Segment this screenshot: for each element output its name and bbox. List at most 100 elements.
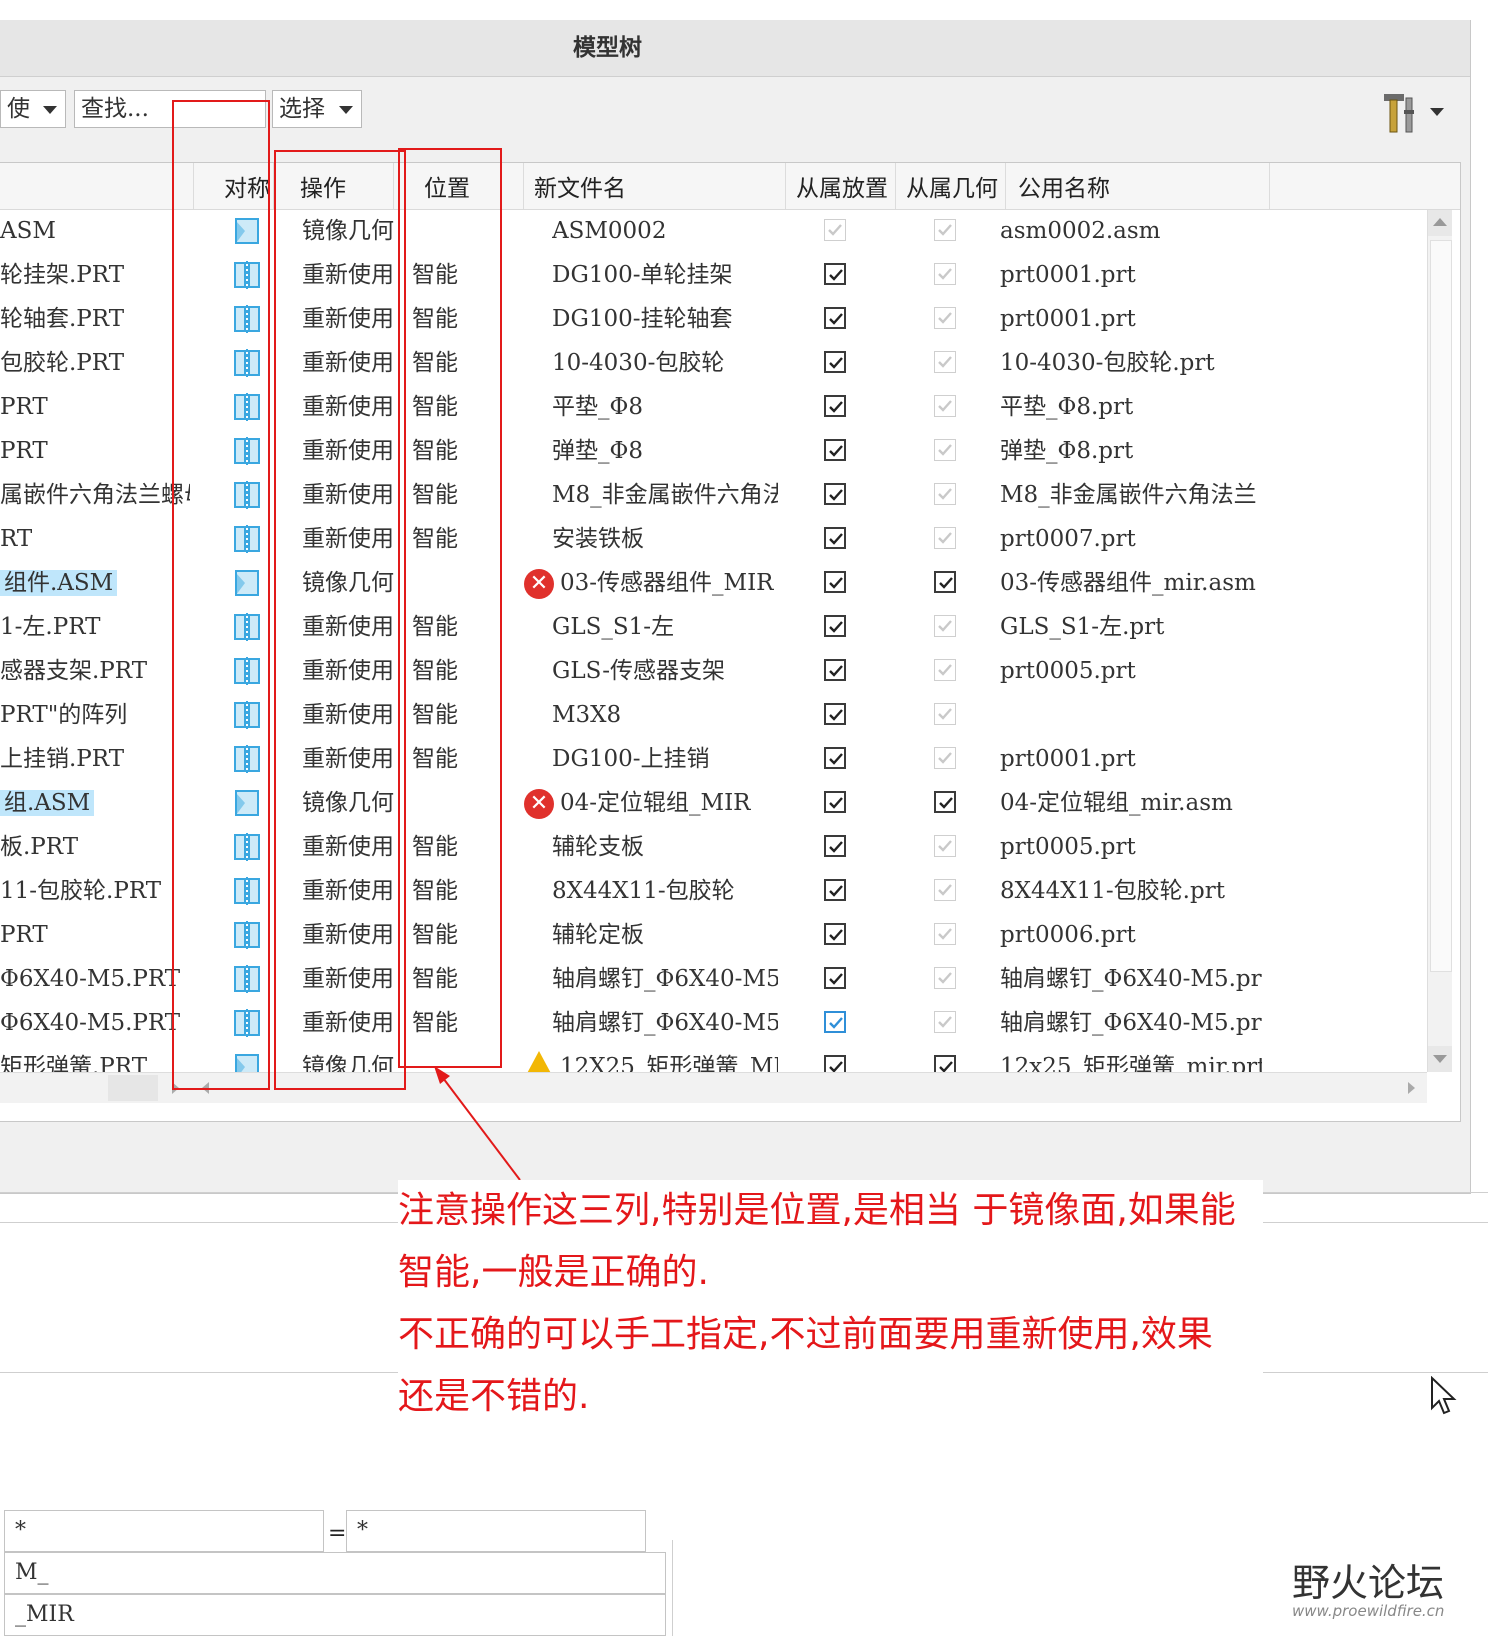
dependent-geometry-checkbox[interactable] [934, 659, 956, 681]
row-new-filename[interactable]: 04-定位辊组_MIR [560, 781, 778, 825]
row-new-filename[interactable]: DG100-单轮挂架 [552, 253, 778, 297]
row-common-name[interactable]: 8X44X11-包胶轮.prt [1000, 869, 1262, 913]
scroll-down-icon[interactable] [1428, 1046, 1452, 1072]
dependent-geometry-checkbox[interactable] [934, 219, 956, 241]
row-common-name[interactable]: GLS_S1-左.prt [1000, 605, 1262, 649]
dependent-geometry-checkbox[interactable] [934, 1011, 956, 1033]
dialog-title: 模型树 [573, 35, 642, 61]
dependent-geometry-checkbox[interactable] [934, 307, 956, 329]
dependent-geometry-checkbox[interactable] [934, 395, 956, 417]
col-header-dependent-placement[interactable]: 从属放置 [786, 163, 896, 209]
dependent-geometry-checkbox[interactable] [934, 571, 956, 593]
row-common-name[interactable]: M8_非金属嵌件六角法兰 [1000, 473, 1262, 517]
row-new-filename[interactable]: 弹垫_Φ8 [552, 429, 778, 473]
row-new-filename[interactable]: 平垫_Φ8 [552, 385, 778, 429]
prefix-field[interactable]: M_ [4, 1552, 666, 1594]
scroll-right-icon[interactable] [1408, 1082, 1415, 1094]
select-dropdown[interactable]: 选择 [272, 90, 362, 128]
dependent-placement-checkbox[interactable] [824, 835, 846, 857]
row-common-name[interactable]: 平垫_Φ8.prt [1000, 385, 1262, 429]
dependent-placement-checkbox[interactable] [824, 483, 846, 505]
dependent-geometry-checkbox[interactable] [934, 967, 956, 989]
row-common-name[interactable] [1000, 693, 1262, 737]
name-filter-field[interactable]: * [4, 1510, 324, 1552]
col-header-dependent-geometry[interactable]: 从属几何 [896, 163, 1006, 209]
row-name: 板.PRT [0, 834, 79, 860]
dependent-placement-checkbox[interactable] [824, 923, 846, 945]
dependent-placement-checkbox[interactable] [824, 263, 846, 285]
col-header-common-name[interactable]: 公用名称 [1006, 163, 1270, 209]
row-name: 属嵌件六角法兰螺母 [0, 482, 190, 508]
col-header-new-filename[interactable]: 新文件名 [524, 163, 786, 209]
row-common-name[interactable]: 弹垫_Φ8.prt [1000, 429, 1262, 473]
row-common-name[interactable]: prt0005.prt [1000, 649, 1262, 693]
dependent-geometry-checkbox[interactable] [934, 703, 956, 725]
dependent-geometry-checkbox[interactable] [934, 747, 956, 769]
dependent-geometry-checkbox[interactable] [934, 527, 956, 549]
dependent-placement-checkbox[interactable] [824, 395, 846, 417]
dependent-placement-checkbox[interactable] [824, 571, 846, 593]
dependent-placement-checkbox[interactable] [824, 219, 846, 241]
dependent-placement-checkbox[interactable] [824, 791, 846, 813]
hscroll-thumb[interactable] [108, 1075, 158, 1101]
replace-field[interactable]: * [346, 1510, 646, 1552]
dependent-geometry-checkbox[interactable] [934, 483, 956, 505]
tools-menu-chevron-icon[interactable] [1430, 108, 1444, 116]
row-new-filename[interactable]: 轴肩螺钉_Φ6X40-M5 [552, 1001, 778, 1045]
row-common-name[interactable]: 轴肩螺钉_Φ6X40-M5.prt [1000, 957, 1262, 1001]
scroll-up-icon[interactable] [1428, 210, 1452, 236]
row-common-name[interactable]: prt0001.prt [1000, 253, 1262, 297]
dependent-placement-checkbox[interactable] [824, 879, 846, 901]
tools-icon[interactable] [1380, 90, 1420, 134]
row-new-filename[interactable]: 03-传感器组件_MIR [560, 561, 778, 605]
row-new-filename[interactable]: DG100-挂轮轴套 [552, 297, 778, 341]
dependent-placement-checkbox[interactable] [824, 615, 846, 637]
suffix-field[interactable]: _MIR [4, 1594, 666, 1636]
dependent-geometry-checkbox[interactable] [934, 879, 956, 901]
row-common-name[interactable]: prt0007.prt [1000, 517, 1262, 561]
filter-combo[interactable]: 使 [0, 90, 66, 128]
annotation-line-1: 注意操作这三列,特别是位置,是相当 于镜像面,如果能 [398, 1190, 1236, 1231]
dependent-placement-checkbox[interactable] [824, 967, 846, 989]
dependent-geometry-checkbox[interactable] [934, 791, 956, 813]
row-name: 轮挂架.PRT [0, 262, 125, 288]
dependent-geometry-checkbox[interactable] [934, 923, 956, 945]
row-new-filename[interactable]: ASM0002 [552, 209, 778, 253]
dependent-geometry-checkbox[interactable] [934, 351, 956, 373]
dependent-placement-checkbox[interactable] [824, 747, 846, 769]
row-common-name[interactable]: 轴肩螺钉_Φ6X40-M5.prt [1000, 1001, 1262, 1045]
row-new-filename[interactable]: DG100-上挂销 [552, 737, 778, 781]
dependent-placement-checkbox[interactable] [824, 527, 846, 549]
row-new-filename[interactable]: 安装铁板 [552, 517, 778, 561]
dependent-placement-checkbox[interactable] [824, 659, 846, 681]
row-common-name[interactable]: prt0001.prt [1000, 737, 1262, 781]
dependent-placement-checkbox[interactable] [824, 1011, 846, 1033]
dependent-placement-checkbox[interactable] [824, 439, 846, 461]
dependent-geometry-checkbox[interactable] [934, 263, 956, 285]
dependent-geometry-checkbox[interactable] [934, 615, 956, 637]
row-common-name[interactable]: asm0002.asm [1000, 209, 1262, 253]
row-common-name[interactable]: 03-传感器组件_mir.asm [1000, 561, 1262, 605]
dependent-geometry-checkbox[interactable] [934, 835, 956, 857]
dependent-geometry-checkbox[interactable] [934, 439, 956, 461]
row-common-name[interactable]: 04-定位辊组_mir.asm [1000, 781, 1262, 825]
dependent-placement-checkbox[interactable] [824, 703, 846, 725]
row-common-name[interactable]: prt0001.prt [1000, 297, 1262, 341]
vertical-scrollbar[interactable] [1427, 210, 1452, 1072]
row-new-filename[interactable]: GLS_S1-左 [552, 605, 778, 649]
row-new-filename[interactable]: 辅轮支板 [552, 825, 778, 869]
row-new-filename[interactable]: 辅轮定板 [552, 913, 778, 957]
row-common-name[interactable]: 10-4030-包胶轮.prt [1000, 341, 1262, 385]
row-common-name[interactable]: prt0005.prt [1000, 825, 1262, 869]
row-new-filename[interactable]: M8_非金属嵌件六角法 [552, 473, 778, 517]
row-common-name[interactable]: prt0006.prt [1000, 913, 1262, 957]
scroll-thumb[interactable] [1430, 240, 1452, 972]
row-new-filename[interactable]: GLS-传感器支架 [552, 649, 778, 693]
dependent-placement-checkbox[interactable] [824, 351, 846, 373]
dependent-placement-checkbox[interactable] [824, 307, 846, 329]
row-new-filename[interactable]: 8X44X11-包胶轮 [552, 869, 778, 913]
row-new-filename[interactable]: M3X8 [552, 693, 778, 737]
row-new-filename[interactable]: 轴肩螺钉_Φ6X40-M5 [552, 957, 778, 1001]
row-new-filename[interactable]: 10-4030-包胶轮 [552, 341, 778, 385]
col-header-name[interactable] [0, 163, 194, 209]
